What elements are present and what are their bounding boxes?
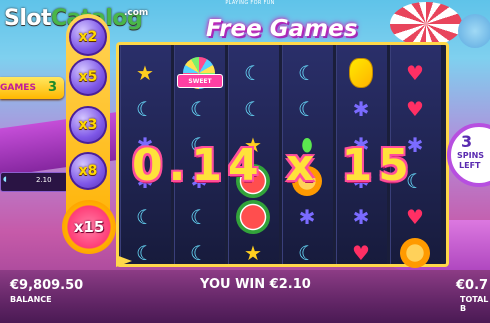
reel-cell: ☾ [120, 199, 170, 235]
flower-icon: ✱ [352, 97, 370, 121]
heart-icon: ♥ [406, 97, 424, 121]
moon-icon: ☾ [244, 61, 262, 85]
reel-cell: ☾ [282, 235, 332, 271]
moon-icon: ☾ [136, 241, 154, 265]
heart-icon: ♥ [406, 205, 424, 229]
reel-cell: ☾ [120, 91, 170, 127]
reel-cell: ✱ [336, 199, 386, 235]
multiplier-ball: x2 [69, 18, 107, 56]
reel-cell: ☾ [228, 55, 278, 91]
spins-left-label-2: LEFT [459, 161, 481, 170]
reel-cell: ♥ [336, 235, 386, 271]
reel-cell [390, 235, 440, 271]
win-meter-value: 2.10 [36, 176, 52, 184]
multiplier-ball: x3 [69, 106, 107, 144]
spins-left-count: 3 [461, 132, 473, 151]
moon-icon: ☾ [298, 241, 316, 265]
coin-icon: ◖ [3, 175, 7, 183]
reel-cell [336, 55, 386, 91]
star-icon: ★ [136, 61, 154, 85]
multiplier-ball: x5 [69, 58, 107, 96]
play-mode-notice: PLAYING FOR FUN [225, 0, 275, 6]
win-multiplier-display: 0.14 x 15 [132, 140, 415, 191]
reel-cell [228, 199, 278, 235]
reel-cell: ☾ [282, 55, 332, 91]
reel-cell: ★ [120, 55, 170, 91]
moon-icon: ☾ [298, 97, 316, 121]
moon-icon: ☾ [136, 97, 154, 121]
reel-cell: ☾ [174, 235, 224, 271]
heart-icon: ♥ [352, 241, 370, 265]
candy-ball-decoration [458, 14, 490, 48]
total-bet-label: TOTAL B [460, 295, 489, 313]
reel-cell: ☾ [174, 199, 224, 235]
logo-suffix: .com [124, 8, 149, 18]
orange-icon [400, 238, 430, 268]
reel-cell: ✱ [336, 91, 386, 127]
heart-icon: ♥ [406, 61, 424, 85]
reel-cell: ☾ [174, 91, 224, 127]
reel-cell: ✱ [282, 199, 332, 235]
spins-left-label: SPINS [457, 151, 485, 160]
balance-value: €9,809.50 [10, 278, 84, 293]
game-title: Free Games [206, 16, 358, 42]
moon-icon: ☾ [190, 241, 208, 265]
free-games-tag-count: 3 [48, 80, 58, 95]
moon-icon: ☾ [190, 205, 208, 229]
win-meter [0, 172, 68, 192]
moon-icon: ☾ [298, 61, 316, 85]
balance-label: BALANCE [10, 295, 52, 304]
reel-cell: ☾ [120, 235, 170, 271]
you-win-text: YOU WIN €2.10 [200, 277, 311, 292]
moon-icon: ☾ [190, 97, 208, 121]
moon-icon: ☾ [136, 205, 154, 229]
reel-cell: ★ [228, 235, 278, 271]
moon-icon: ☾ [244, 97, 262, 121]
star-icon: ★ [244, 241, 262, 265]
free-games-tag-label: GAMES [0, 83, 36, 93]
reel-cell: ♥ [390, 55, 440, 91]
sweet-tag: SWEET [177, 74, 223, 88]
watermelon-icon [236, 200, 270, 234]
reel-cell: ☾ [282, 91, 332, 127]
flower-icon: ✱ [298, 205, 316, 229]
logo-part-1: Slot [4, 6, 52, 31]
reel-cell: ☾ [228, 91, 278, 127]
reel-cell: ♥ [390, 199, 440, 235]
total-bet-value: €0.7 [456, 278, 489, 293]
pineapple-icon [349, 58, 373, 88]
reel-cell: ♥ [390, 91, 440, 127]
flower-icon: ✱ [352, 205, 370, 229]
active-multiplier: x15 [62, 200, 116, 254]
candy-swirl-decoration [390, 2, 462, 46]
multiplier-ball: x8 [69, 152, 107, 190]
